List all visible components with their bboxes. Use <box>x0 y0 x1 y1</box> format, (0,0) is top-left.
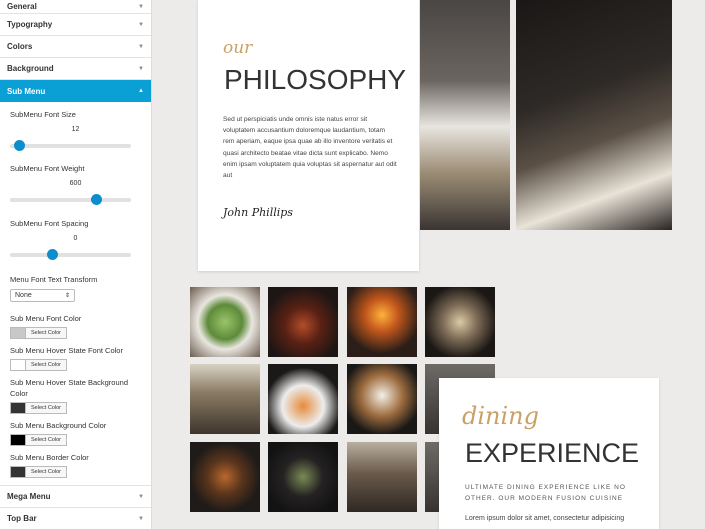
field-label: SubMenu Font Size <box>10 110 76 119</box>
slider-value: 12 <box>71 126 80 133</box>
section-typography[interactable]: Typography ▼ <box>0 14 151 36</box>
color-control: Sub Menu Hover State Background Color Se… <box>10 377 141 414</box>
font-size-slider[interactable]: 12 <box>10 126 141 156</box>
signature: John Phillips <box>223 206 293 219</box>
color-control: Sub Menu Background Color Select Color <box>10 420 141 446</box>
field-label: SubMenu Font Spacing <box>10 219 89 228</box>
gallery-thumbnail[interactable] <box>268 364 338 434</box>
section-label: Sub Menu <box>7 86 46 96</box>
color-swatch[interactable] <box>10 466 26 478</box>
section-sub-menu[interactable]: Sub Menu ▲ <box>0 80 151 102</box>
field-label: Sub Menu Border Color <box>10 453 89 462</box>
field-label: Sub Menu Font Color <box>10 314 82 323</box>
slider-thumb[interactable] <box>47 249 58 260</box>
select-color-button[interactable]: Select Color <box>26 466 67 478</box>
section-background[interactable]: Background ▼ <box>0 58 151 80</box>
field-label: SubMenu Font Weight <box>10 164 85 173</box>
plating-photo <box>516 0 672 230</box>
gallery-thumbnail[interactable] <box>268 442 338 512</box>
color-control: Sub Menu Hover State Font Color Select C… <box>10 345 141 371</box>
slider-track[interactable] <box>10 253 131 257</box>
gallery-thumbnail[interactable] <box>190 364 260 434</box>
color-swatch[interactable] <box>10 327 26 339</box>
sub-menu-panel: SubMenu Font Size 12 SubMenu Font Weight… <box>0 109 151 478</box>
color-control: Sub Menu Font Color Select Color <box>10 313 141 339</box>
gallery-thumbnail[interactable] <box>347 364 417 434</box>
dining-body: Lorem ipsum dolor sit amet, consectetur … <box>465 515 625 522</box>
font-size-control: SubMenu Font Size 12 <box>10 109 141 156</box>
select-arrows-icon: ⇕ <box>64 293 70 299</box>
section-general[interactable]: General ▼ <box>0 0 151 14</box>
chevron-down-icon: ▼ <box>138 515 144 522</box>
field-label: Sub Menu Background Color <box>10 421 107 430</box>
font-spacing-control: SubMenu Font Spacing 0 <box>10 218 141 265</box>
color-picker[interactable]: Select Color <box>10 434 141 446</box>
gallery-thumbnail[interactable] <box>425 287 495 357</box>
section-label: Colors <box>7 42 33 51</box>
select-color-button[interactable]: Select Color <box>26 402 67 414</box>
slider-thumb[interactable] <box>91 194 102 205</box>
slider-value: 600 <box>69 180 82 187</box>
customizer-sidebar: General ▼ Typography ▼ Colors ▼ Backgrou… <box>0 0 152 529</box>
color-picker[interactable]: Select Color <box>10 402 141 414</box>
chevron-down-icon: ▼ <box>138 43 144 50</box>
text-transform-control: Menu Font Text Transform None ⇕ <box>10 274 141 302</box>
dining-heading: EXPERIENCE <box>465 438 640 468</box>
field-label: Sub Menu Hover State Font Color <box>10 346 123 355</box>
color-picker[interactable]: Select Color <box>10 359 141 371</box>
dining-script-word: dining <box>462 402 539 430</box>
gallery-thumbnail[interactable] <box>347 442 417 512</box>
gallery-thumbnail[interactable] <box>190 287 260 357</box>
color-swatch[interactable] <box>10 402 26 414</box>
gallery-thumbnail[interactable] <box>190 442 260 512</box>
chevron-up-icon: ▲ <box>138 88 144 94</box>
select-color-button[interactable]: Select Color <box>26 327 67 339</box>
field-label: Sub Menu Hover State Background Color <box>10 378 128 398</box>
section-label: General <box>7 2 37 11</box>
color-picker[interactable]: Select Color <box>10 327 141 339</box>
slider-track[interactable] <box>10 144 131 148</box>
section-mega-menu[interactable]: Mega Menu ▼ <box>0 486 151 508</box>
bottom-sections: Mega Menu ▼ Top Bar ▼ <box>0 485 151 529</box>
text-transform-select[interactable]: None ⇕ <box>10 289 75 302</box>
section-label: Typography <box>7 20 53 29</box>
color-control: Sub Menu Border Color Select Color <box>10 452 141 478</box>
dining-subheading: ULTIMATE DINING EXPERIENCE LIKE NO OTHER… <box>465 484 626 502</box>
chevron-down-icon: ▼ <box>138 3 144 10</box>
slider-thumb[interactable] <box>14 140 25 151</box>
app-root: General ▼ Typography ▼ Colors ▼ Backgrou… <box>0 0 705 529</box>
chef-photo <box>420 0 510 230</box>
select-color-button[interactable]: Select Color <box>26 434 67 446</box>
chevron-down-icon: ▼ <box>138 493 144 500</box>
section-top-bar[interactable]: Top Bar ▼ <box>0 508 151 529</box>
gallery-thumbnail[interactable] <box>347 287 417 357</box>
font-weight-control: SubMenu Font Weight 600 <box>10 163 141 210</box>
slider-value: 0 <box>73 235 78 242</box>
philosophy-script-word: our <box>223 38 253 58</box>
philosophy-heading: PHILOSOPHY <box>224 64 407 95</box>
color-swatch[interactable] <box>10 359 26 371</box>
chevron-down-icon: ▼ <box>138 65 144 72</box>
gallery-thumbnail[interactable] <box>268 287 338 357</box>
field-label: Menu Font Text Transform <box>10 275 98 284</box>
section-label: Top Bar <box>7 514 37 523</box>
section-label: Mega Menu <box>7 492 51 501</box>
section-colors[interactable]: Colors ▼ <box>0 36 151 58</box>
philosophy-card: our PHILOSOPHY Sed ut perspiciatis unde … <box>198 0 419 271</box>
dining-card: dining EXPERIENCE ULTIMATE DINING EXPERI… <box>439 378 659 529</box>
philosophy-body: Sed ut perspiciatis unde omnis iste natu… <box>223 116 397 180</box>
color-swatch[interactable] <box>10 434 26 446</box>
section-label: Background <box>7 64 54 73</box>
select-color-button[interactable]: Select Color <box>26 359 67 371</box>
slider-track[interactable] <box>10 198 131 202</box>
select-value: None <box>15 292 32 299</box>
chevron-down-icon: ▼ <box>138 21 144 28</box>
color-picker[interactable]: Select Color <box>10 466 141 478</box>
font-spacing-slider[interactable]: 0 <box>10 235 141 265</box>
font-weight-slider[interactable]: 600 <box>10 180 141 210</box>
